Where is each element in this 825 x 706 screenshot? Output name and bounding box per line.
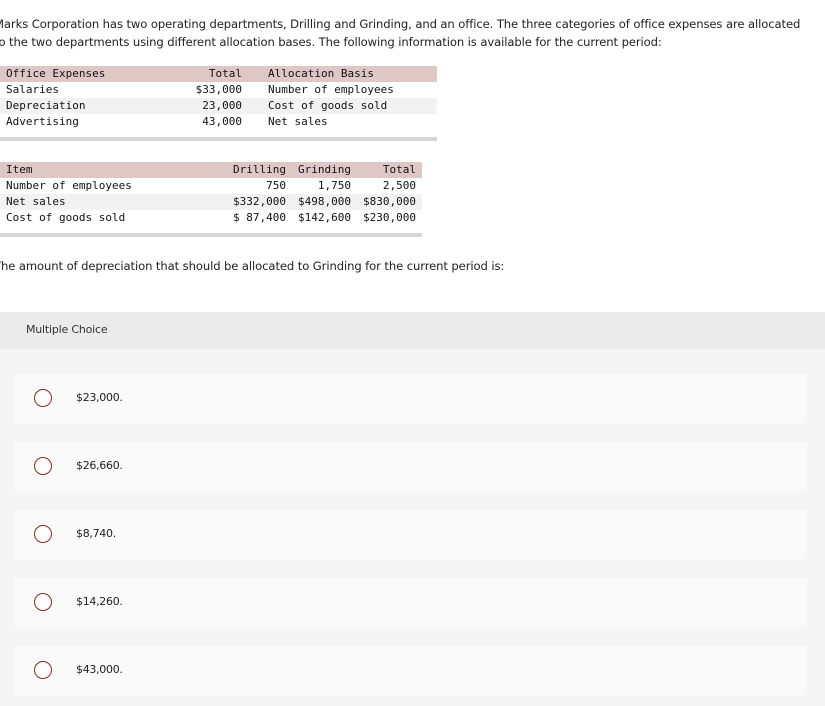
cell-item: Number of employees	[6, 179, 132, 192]
cell-expense: Advertising	[6, 115, 79, 128]
header-item: Item	[6, 163, 33, 176]
table-row: Depreciation 23,000 Cost of goods sold	[0, 98, 437, 114]
answer-option[interactable]: $14,260.	[14, 578, 807, 627]
cell-basis: Net sales	[268, 115, 328, 128]
radio-button[interactable]	[34, 593, 52, 611]
cell-drilling: $332,000	[233, 195, 287, 208]
header-grinding: Grinding	[298, 163, 352, 176]
radio-button[interactable]	[34, 389, 52, 407]
cell-drilling: $ 87,400	[233, 211, 287, 224]
multiple-choice-header: Multiple Choice	[0, 312, 825, 349]
header-drilling: Drilling	[233, 163, 287, 176]
answer-option[interactable]: $8,740.	[14, 510, 807, 559]
office-expenses-table: Office Expenses Total Allocation Basis S…	[0, 66, 437, 130]
answer-option[interactable]: $43,000.	[14, 646, 807, 695]
cell-item: Cost of goods sold	[6, 211, 126, 224]
cell-basis: Cost of goods sold	[268, 99, 388, 112]
cell-drilling: 750	[266, 179, 287, 192]
table-header-row: Item Drilling Grinding Total	[0, 162, 422, 178]
cell-expense: Salaries	[6, 83, 59, 96]
cell-total: $230,000	[363, 211, 416, 224]
cell-total: 2,500	[382, 179, 416, 192]
table-bottom-rule	[0, 137, 437, 141]
table-header-row: Office Expenses Total Allocation Basis	[0, 66, 437, 82]
answer-option[interactable]: $26,660.	[14, 442, 807, 491]
table-row: Cost of goods sold $ 87,400 $142,600 $23…	[0, 210, 422, 226]
table-row: Advertising 43,000 Net sales	[0, 114, 437, 130]
table-row: Salaries $33,000 Number of employees	[0, 82, 437, 98]
radio-button[interactable]	[34, 525, 52, 543]
department-data-table: Item Drilling Grinding Total Number of e…	[0, 162, 422, 226]
answer-option-label: $14,260.	[76, 595, 123, 608]
table-row: Net sales $332,000 $498,000 $830,000	[0, 194, 422, 210]
header-allocation-basis: Allocation Basis	[268, 67, 374, 80]
radio-button[interactable]	[34, 457, 52, 475]
question-intro: Marks Corporation has two operating depa…	[0, 17, 801, 49]
header-total: Total	[208, 67, 242, 80]
cell-total: $33,000	[195, 83, 242, 96]
table-row: Number of employees 750 1,750 2,500	[0, 178, 422, 194]
header-office-expenses: Office Expenses	[6, 67, 106, 80]
question-prompt: The amount of depreciation that should b…	[0, 259, 505, 273]
answer-option-label: $23,000.	[76, 391, 123, 404]
answer-option[interactable]: $23,000.	[14, 374, 807, 423]
cell-grinding: $142,600	[298, 211, 352, 224]
cell-grinding: $498,000	[298, 195, 352, 208]
cell-basis: Number of employees	[268, 83, 394, 96]
header-total: Total	[382, 163, 416, 176]
answer-options-area: $23,000. $26,660. $8,740. $14,260. $43,0…	[0, 349, 825, 706]
multiple-choice-label: Multiple Choice	[26, 323, 108, 336]
cell-item: Net sales	[6, 195, 66, 208]
cell-expense: Depreciation	[6, 99, 86, 112]
table-bottom-rule	[0, 233, 422, 237]
cell-total: 23,000	[202, 99, 242, 112]
cell-grinding: 1,750	[317, 179, 352, 192]
cell-total: 43,000	[202, 115, 242, 128]
answer-option-label: $26,660.	[76, 459, 123, 472]
cell-total: $830,000	[363, 195, 416, 208]
radio-button[interactable]	[34, 661, 52, 679]
answer-option-label: $8,740.	[76, 527, 116, 540]
answer-option-label: $43,000.	[76, 663, 123, 676]
